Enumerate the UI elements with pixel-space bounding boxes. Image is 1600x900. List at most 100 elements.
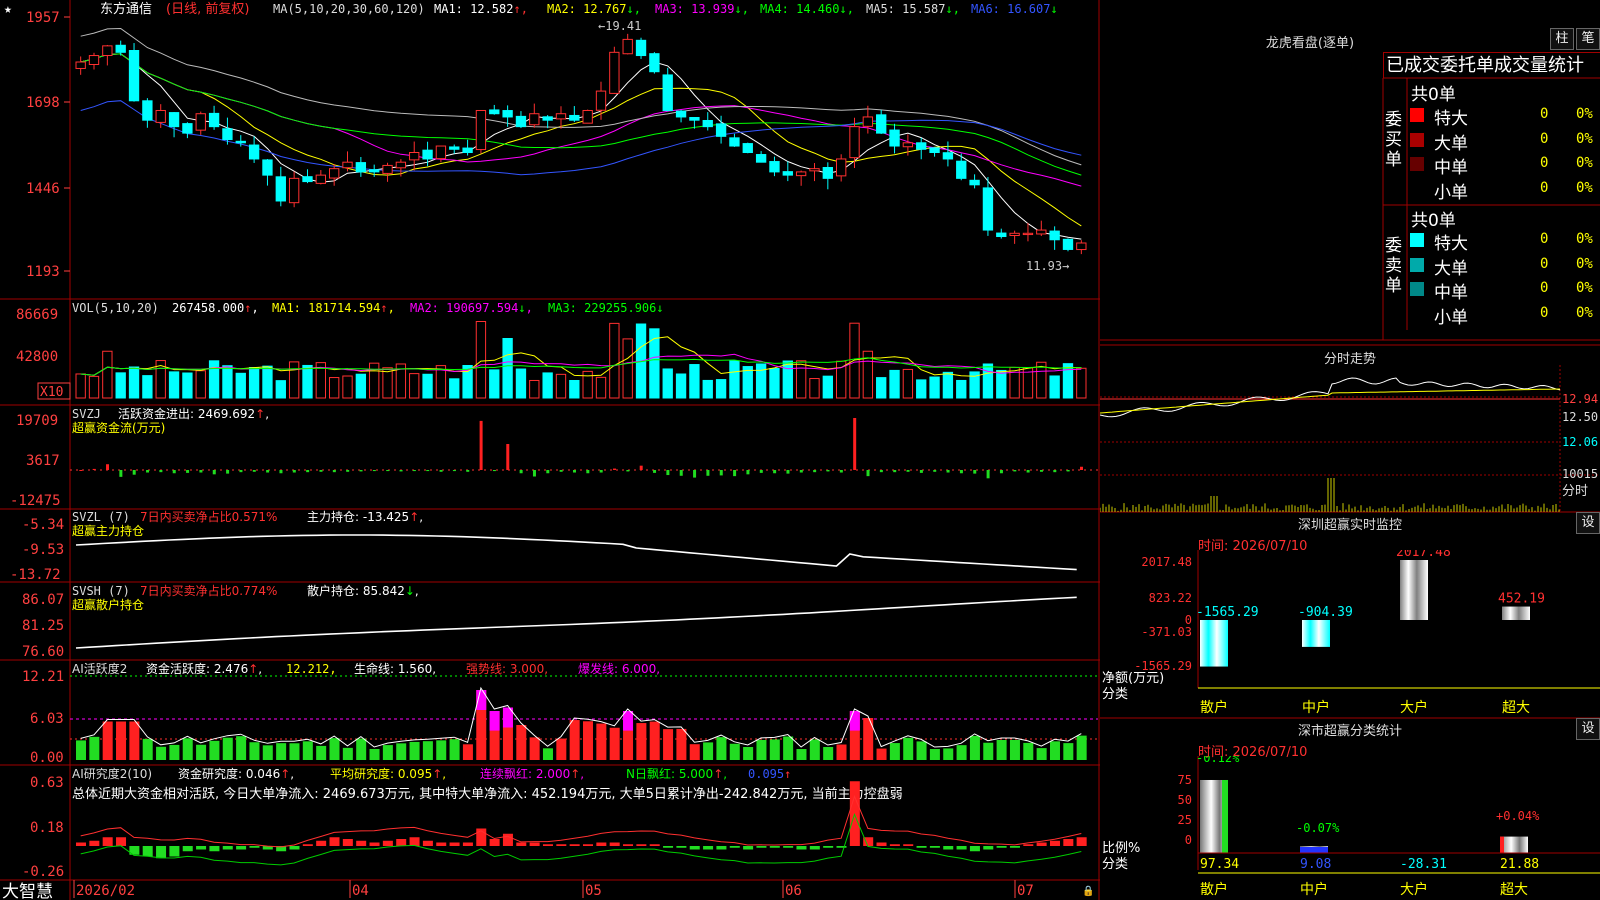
candle-body[interactable]: [515, 115, 527, 128]
candle-body[interactable]: [635, 39, 647, 57]
candle-body[interactable]: [248, 144, 260, 160]
candle-body[interactable]: [982, 187, 994, 231]
date-axis-label: 04: [352, 883, 369, 899]
candle-body[interactable]: [142, 100, 153, 121]
ma-value-2: MA2: 12.767↓,: [547, 2, 641, 16]
candle-body[interactable]: [702, 119, 713, 128]
ai-active-bar: [289, 743, 300, 760]
candle-body[interactable]: [342, 161, 353, 169]
candle-body[interactable]: [155, 109, 166, 123]
ai-active-b: 12.212,: [286, 662, 337, 676]
candle-body[interactable]: [288, 177, 300, 204]
candle-body[interactable]: [369, 169, 380, 173]
candle-body[interactable]: [75, 61, 86, 69]
ai-active-peak: [489, 711, 500, 731]
candle-body[interactable]: [969, 179, 980, 186]
candle-body[interactable]: [675, 110, 687, 118]
candle-body[interactable]: [329, 168, 340, 179]
candle-body[interactable]: [1036, 229, 1047, 235]
candle-body[interactable]: [742, 143, 753, 154]
candle-body[interactable]: [956, 160, 967, 179]
volume-bar: [916, 379, 927, 399]
candle-body[interactable]: [822, 167, 833, 179]
candle-body[interactable]: [942, 152, 954, 160]
candle-body[interactable]: [862, 116, 874, 127]
candle-body[interactable]: [555, 113, 567, 120]
candle-body[interactable]: [795, 171, 807, 177]
high-price-label: ←19.41: [598, 19, 641, 33]
candle-body[interactable]: [755, 154, 767, 163]
candle-body[interactable]: [902, 142, 914, 148]
sz-monitor-settings-button[interactable]: 设: [1576, 512, 1600, 534]
candle-body[interactable]: [302, 176, 313, 183]
ai-active-bar: [356, 738, 367, 760]
candle-body[interactable]: [849, 126, 860, 159]
candle-body[interactable]: [128, 49, 140, 102]
candle-body[interactable]: [876, 114, 887, 134]
candle-body[interactable]: [582, 109, 593, 124]
candle-body[interactable]: [409, 152, 420, 161]
candle-body[interactable]: [689, 117, 700, 121]
candle-body[interactable]: [782, 171, 793, 176]
candle-body[interactable]: [729, 137, 740, 147]
candle-body[interactable]: [542, 116, 553, 121]
candle-body[interactable]: [315, 174, 326, 184]
order-size-label: 小单: [1434, 182, 1468, 203]
price-axis-label: 1446: [26, 181, 60, 197]
candle-body[interactable]: [462, 147, 473, 153]
candle-body[interactable]: [88, 55, 100, 65]
candle-body[interactable]: [715, 123, 727, 137]
intraday-chart[interactable]: 12.94 12.50 12.06 10015 分时: [1100, 365, 1600, 512]
svsh-axis-top: 86.07: [22, 592, 64, 608]
candle-body[interactable]: [102, 45, 113, 57]
candle-body[interactable]: [449, 146, 460, 150]
candle-body[interactable]: [609, 51, 620, 94]
ai-research-bar: [302, 844, 313, 846]
candle-body[interactable]: [222, 128, 233, 141]
candle-body[interactable]: [355, 162, 367, 173]
candle-body[interactable]: [769, 161, 780, 173]
candle-body[interactable]: [422, 149, 433, 160]
candle-body[interactable]: [1009, 232, 1020, 237]
candle-body[interactable]: [235, 140, 246, 144]
candle-body[interactable]: [929, 147, 940, 153]
candle-body[interactable]: [262, 159, 273, 176]
candle-body[interactable]: [595, 90, 607, 111]
candle-body[interactable]: [435, 145, 447, 160]
volume-bar: [956, 379, 967, 399]
star-icon[interactable]: ★: [4, 2, 12, 17]
candle-body[interactable]: [182, 123, 193, 134]
candle-body[interactable]: [502, 110, 513, 118]
candle-body[interactable]: [475, 109, 487, 151]
candle-body[interactable]: [916, 142, 927, 150]
candle-body[interactable]: [489, 109, 500, 115]
candle-body[interactable]: [115, 44, 126, 53]
candle-body[interactable]: [649, 53, 660, 73]
volume-bar: [128, 366, 140, 399]
candle-body[interactable]: [809, 168, 820, 172]
stock-chart-area[interactable]: ★ 东方通信 (日线, 前复权) MA(5,10,20,30,60,120) M…: [0, 0, 1100, 900]
candle-body[interactable]: [1022, 232, 1034, 236]
svzj-bar: [532, 470, 536, 477]
class-bar-accent: [1222, 779, 1228, 853]
candle-body[interactable]: [889, 129, 900, 147]
candle-body[interactable]: [836, 158, 847, 177]
candle-body[interactable]: [529, 113, 540, 126]
candle-body[interactable]: [622, 38, 633, 55]
candle-body[interactable]: [1049, 230, 1060, 241]
candle-body[interactable]: [168, 112, 180, 128]
candle-body[interactable]: [275, 176, 286, 202]
svzj-bar: [92, 468, 96, 470]
candle-body[interactable]: [1062, 238, 1074, 250]
lock-icon[interactable]: 🔒: [1082, 885, 1094, 897]
candle-body[interactable]: [569, 114, 580, 121]
candle-body[interactable]: [208, 112, 220, 128]
ai-research-bar: [996, 846, 1007, 848]
candle-body[interactable]: [382, 164, 393, 174]
candle-body[interactable]: [195, 113, 206, 131]
candle-body[interactable]: [1076, 242, 1087, 251]
candle-body[interactable]: [996, 232, 1007, 238]
sz-class-settings-button[interactable]: 设: [1576, 718, 1600, 740]
candle-body[interactable]: [662, 74, 673, 111]
candle-body[interactable]: [395, 161, 407, 169]
